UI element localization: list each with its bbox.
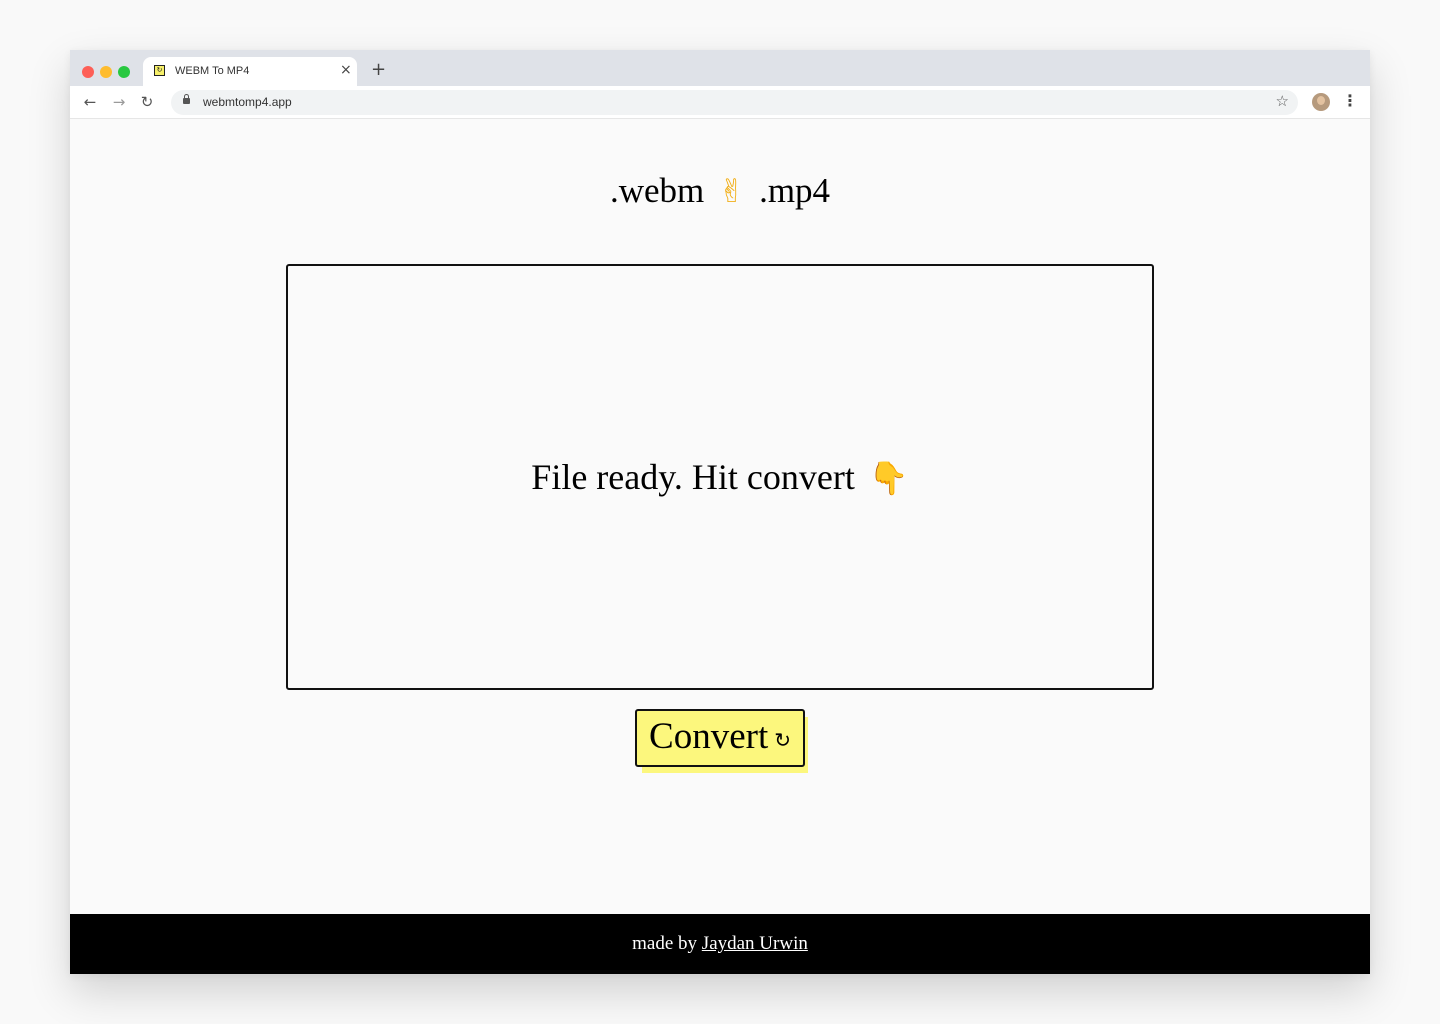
favicon-icon: ↻ bbox=[154, 65, 165, 76]
file-dropzone[interactable]: File ready. Hit convert 👇 bbox=[286, 264, 1154, 690]
tab-title: WEBM To MP4 bbox=[175, 65, 250, 77]
dropzone-text: File ready. Hit convert bbox=[531, 457, 855, 497]
reload-icon[interactable]: ↻ bbox=[137, 92, 157, 112]
dropzone-message: File ready. Hit convert 👇 bbox=[288, 456, 1152, 498]
convert-button[interactable]: Convert ↻ bbox=[635, 709, 805, 767]
browser-toolbar: ← → ↻ webmtomp4.app ☆ ⋮ bbox=[70, 86, 1370, 119]
tab-webm-to-mp4[interactable]: ↻ WEBM To MP4 × bbox=[143, 57, 357, 86]
logo-mp4: .mp4 bbox=[759, 171, 831, 210]
address-bar[interactable]: webmtomp4.app ☆ bbox=[171, 90, 1298, 115]
footer-credit-prefix: made by bbox=[632, 933, 702, 954]
footer: made by Jaydan Urwin bbox=[70, 914, 1370, 974]
page-viewport: .webm ✌ .mp4 File ready. Hit convert 👇 Conv… bbox=[70, 119, 1370, 974]
tab-strip: ↻ WEBM To MP4 × + bbox=[70, 50, 1370, 86]
bookmark-star-icon[interactable]: ☆ bbox=[1276, 92, 1289, 110]
convert-label: Convert bbox=[649, 716, 769, 757]
pointing-down-icon: 👇 bbox=[868, 459, 909, 497]
browser-window: ↻ WEBM To MP4 × + ← → ↻ webmtomp4.app ☆ … bbox=[70, 50, 1370, 974]
author-link[interactable]: Jaydan Urwin bbox=[702, 933, 808, 954]
lock-icon bbox=[183, 94, 190, 104]
maximize-window-button[interactable] bbox=[118, 66, 130, 78]
url-text[interactable]: webmtomp4.app bbox=[203, 95, 292, 109]
new-tab-button[interactable]: + bbox=[371, 60, 386, 80]
close-icon[interactable]: × bbox=[340, 62, 352, 78]
forward-arrow-icon[interactable]: → bbox=[109, 92, 129, 112]
menu-kebab-icon[interactable]: ⋮ bbox=[1342, 91, 1358, 111]
minimize-window-button[interactable] bbox=[100, 66, 112, 78]
profile-avatar[interactable] bbox=[1312, 93, 1330, 111]
back-arrow-icon[interactable]: ← bbox=[80, 92, 100, 112]
close-window-button[interactable] bbox=[82, 66, 94, 78]
victory-hand-icon: ✌ bbox=[718, 172, 746, 210]
site-logo: .webm ✌ .mp4 bbox=[70, 171, 1370, 211]
logo-webm: .webm bbox=[609, 171, 705, 210]
refresh-icon: ↻ bbox=[774, 727, 791, 752]
